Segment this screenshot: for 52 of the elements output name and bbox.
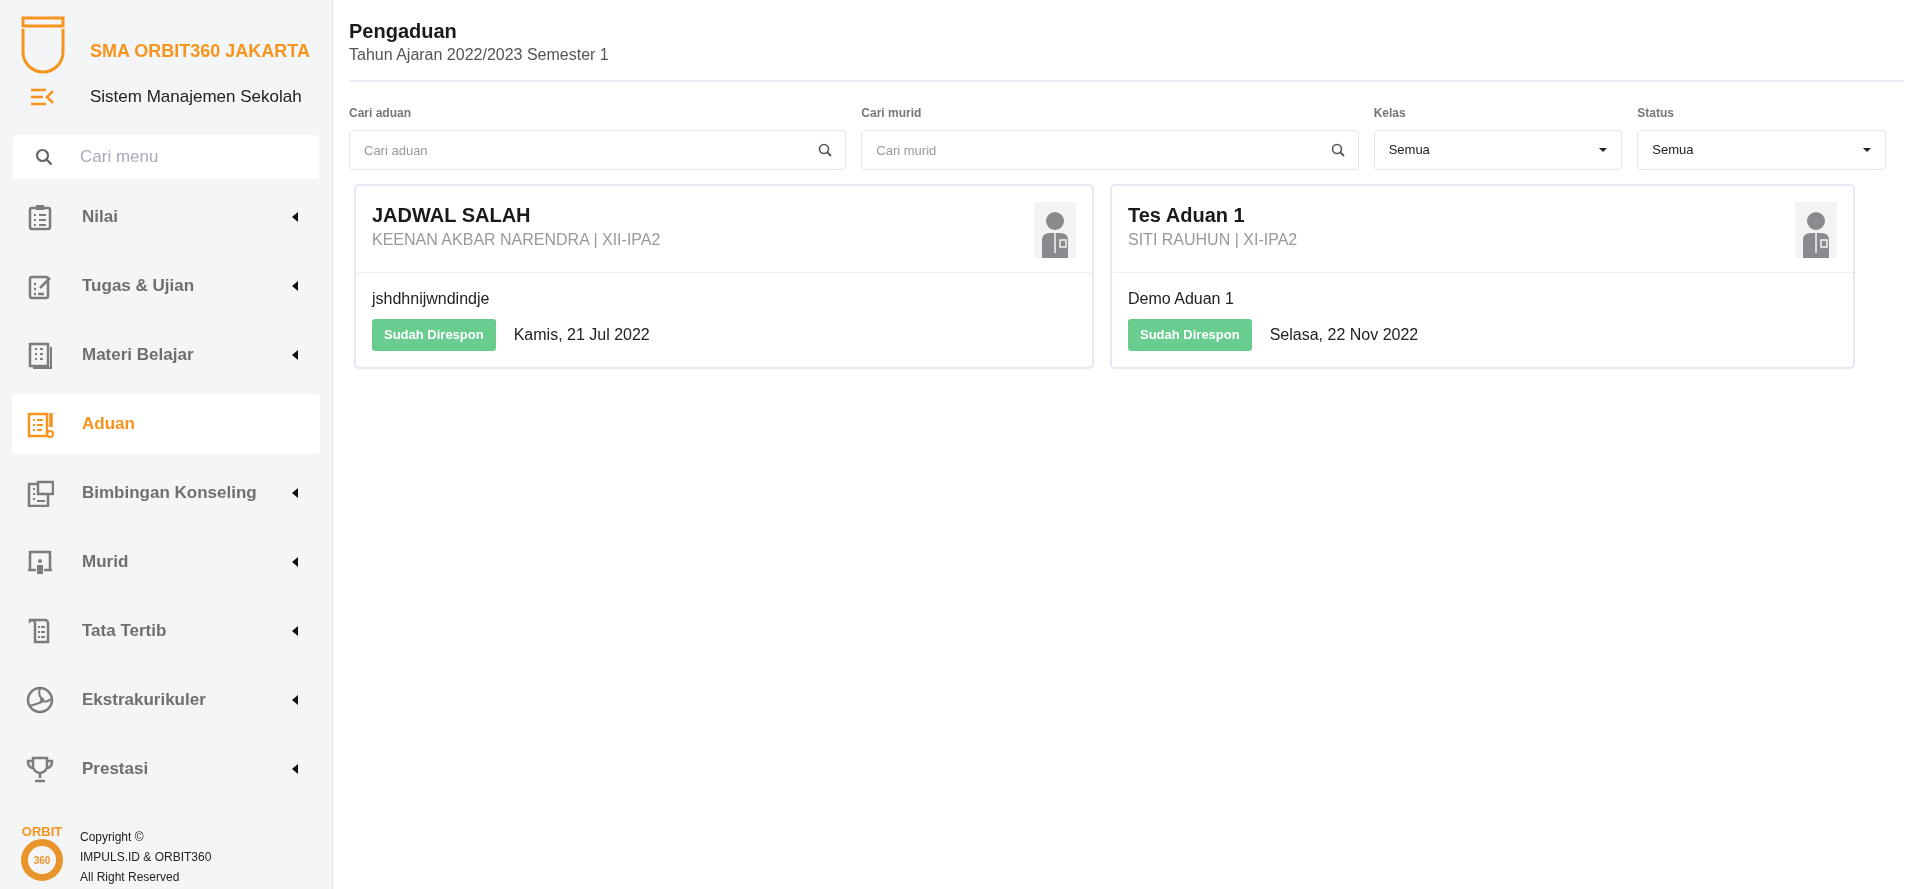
filter-label: Cari aduan [349, 105, 412, 122]
menu-item[interactable]: Prestasi [12, 738, 320, 799]
menu-search-field[interactable]: Cari menu [13, 134, 319, 179]
copyright-text: Copyright © [80, 829, 145, 846]
filter-label: Status [1637, 105, 1675, 122]
menu-item[interactable]: Bimbingan Konseling [12, 462, 320, 523]
search-icon [35, 147, 53, 166]
select-field[interactable]: Semua [1373, 130, 1623, 170]
status-badge: Sudah Direspon [1128, 319, 1252, 351]
complaint-text: jshdhnijwndindje [372, 289, 491, 309]
logo-ring: 360 [21, 839, 63, 881]
menu-item[interactable]: Ekstrakurikuler [12, 669, 320, 730]
student-info: SITI RAUHUN | XI-IPA2 [1128, 230, 1298, 250]
complaint-card[interactable]: Tes Aduan 1 SITI RAUHUN | XI-IPA2 Demo Aduan 1 Sudah Direspon Selasa, 22 Nov 2022 [1110, 184, 1855, 369]
copyright-text: All Right Reserved [80, 869, 181, 886]
shield-logo-icon [20, 16, 66, 76]
complaint-title: Tes Aduan 1 [1128, 203, 1246, 228]
menu-item[interactable]: Murid [12, 531, 320, 592]
avatar-icon [1034, 202, 1076, 258]
avatar-icon [1795, 202, 1837, 258]
complaint-text: Demo Aduan 1 [1128, 289, 1235, 309]
page-title: Pengaduan [349, 19, 458, 44]
menu-item[interactable]: Materi Belajar [12, 324, 320, 385]
page-subtitle: Tahun Ajaran 2022/2023 Semester 1 [349, 45, 610, 65]
caret-icon [1599, 148, 1608, 152]
search-icon [818, 143, 833, 157]
logo-text: ORBIT [21, 825, 63, 839]
menu-item-icon [26, 340, 54, 369]
menu-item-icon [26, 754, 54, 783]
search-field[interactable]: Cari aduan [349, 130, 847, 170]
menu-item[interactable]: Tugas & Ujian [12, 255, 320, 316]
complaint-title: JADWAL SALAH [372, 203, 532, 228]
menu-item[interactable]: Nilai [12, 186, 320, 247]
app-name: Sistem Manajemen Sekolah [90, 86, 302, 108]
menu-item-icon [26, 685, 54, 714]
complaint-date: Kamis, 21 Jul 2022 [513, 324, 650, 345]
search-icon [1330, 143, 1345, 157]
student-info: KEENAN AKBAR NARENDRA | XII-IPA2 [372, 230, 661, 250]
filter-label: Kelas [1373, 105, 1407, 122]
complaint-card[interactable]: JADWAL SALAH KEENAN AKBAR NARENDRA | XII-IPA2 jshdhnijwndindje Sudah Direspon Kamis, 21 Jul 2022 [354, 184, 1094, 369]
status-badge: Sudah Direspon [372, 319, 496, 351]
filter-label: Cari murid [861, 105, 923, 122]
menu-item-icon [26, 478, 54, 507]
complaint-date: Selasa, 22 Nov 2022 [1269, 324, 1419, 345]
select-field[interactable]: Semua [1637, 130, 1886, 170]
copyright-text: IMPULS.ID & ORBIT360 [80, 849, 212, 866]
search-field[interactable]: Cari murid [861, 130, 1359, 170]
menu-item-icon [26, 202, 54, 231]
menu-item[interactable]: Tata Tertib [12, 600, 320, 661]
caret-icon [1863, 148, 1871, 152]
menu-collapse-icon[interactable] [30, 87, 54, 106]
school-name: SMA ORBIT360 JAKARTA [90, 39, 311, 63]
